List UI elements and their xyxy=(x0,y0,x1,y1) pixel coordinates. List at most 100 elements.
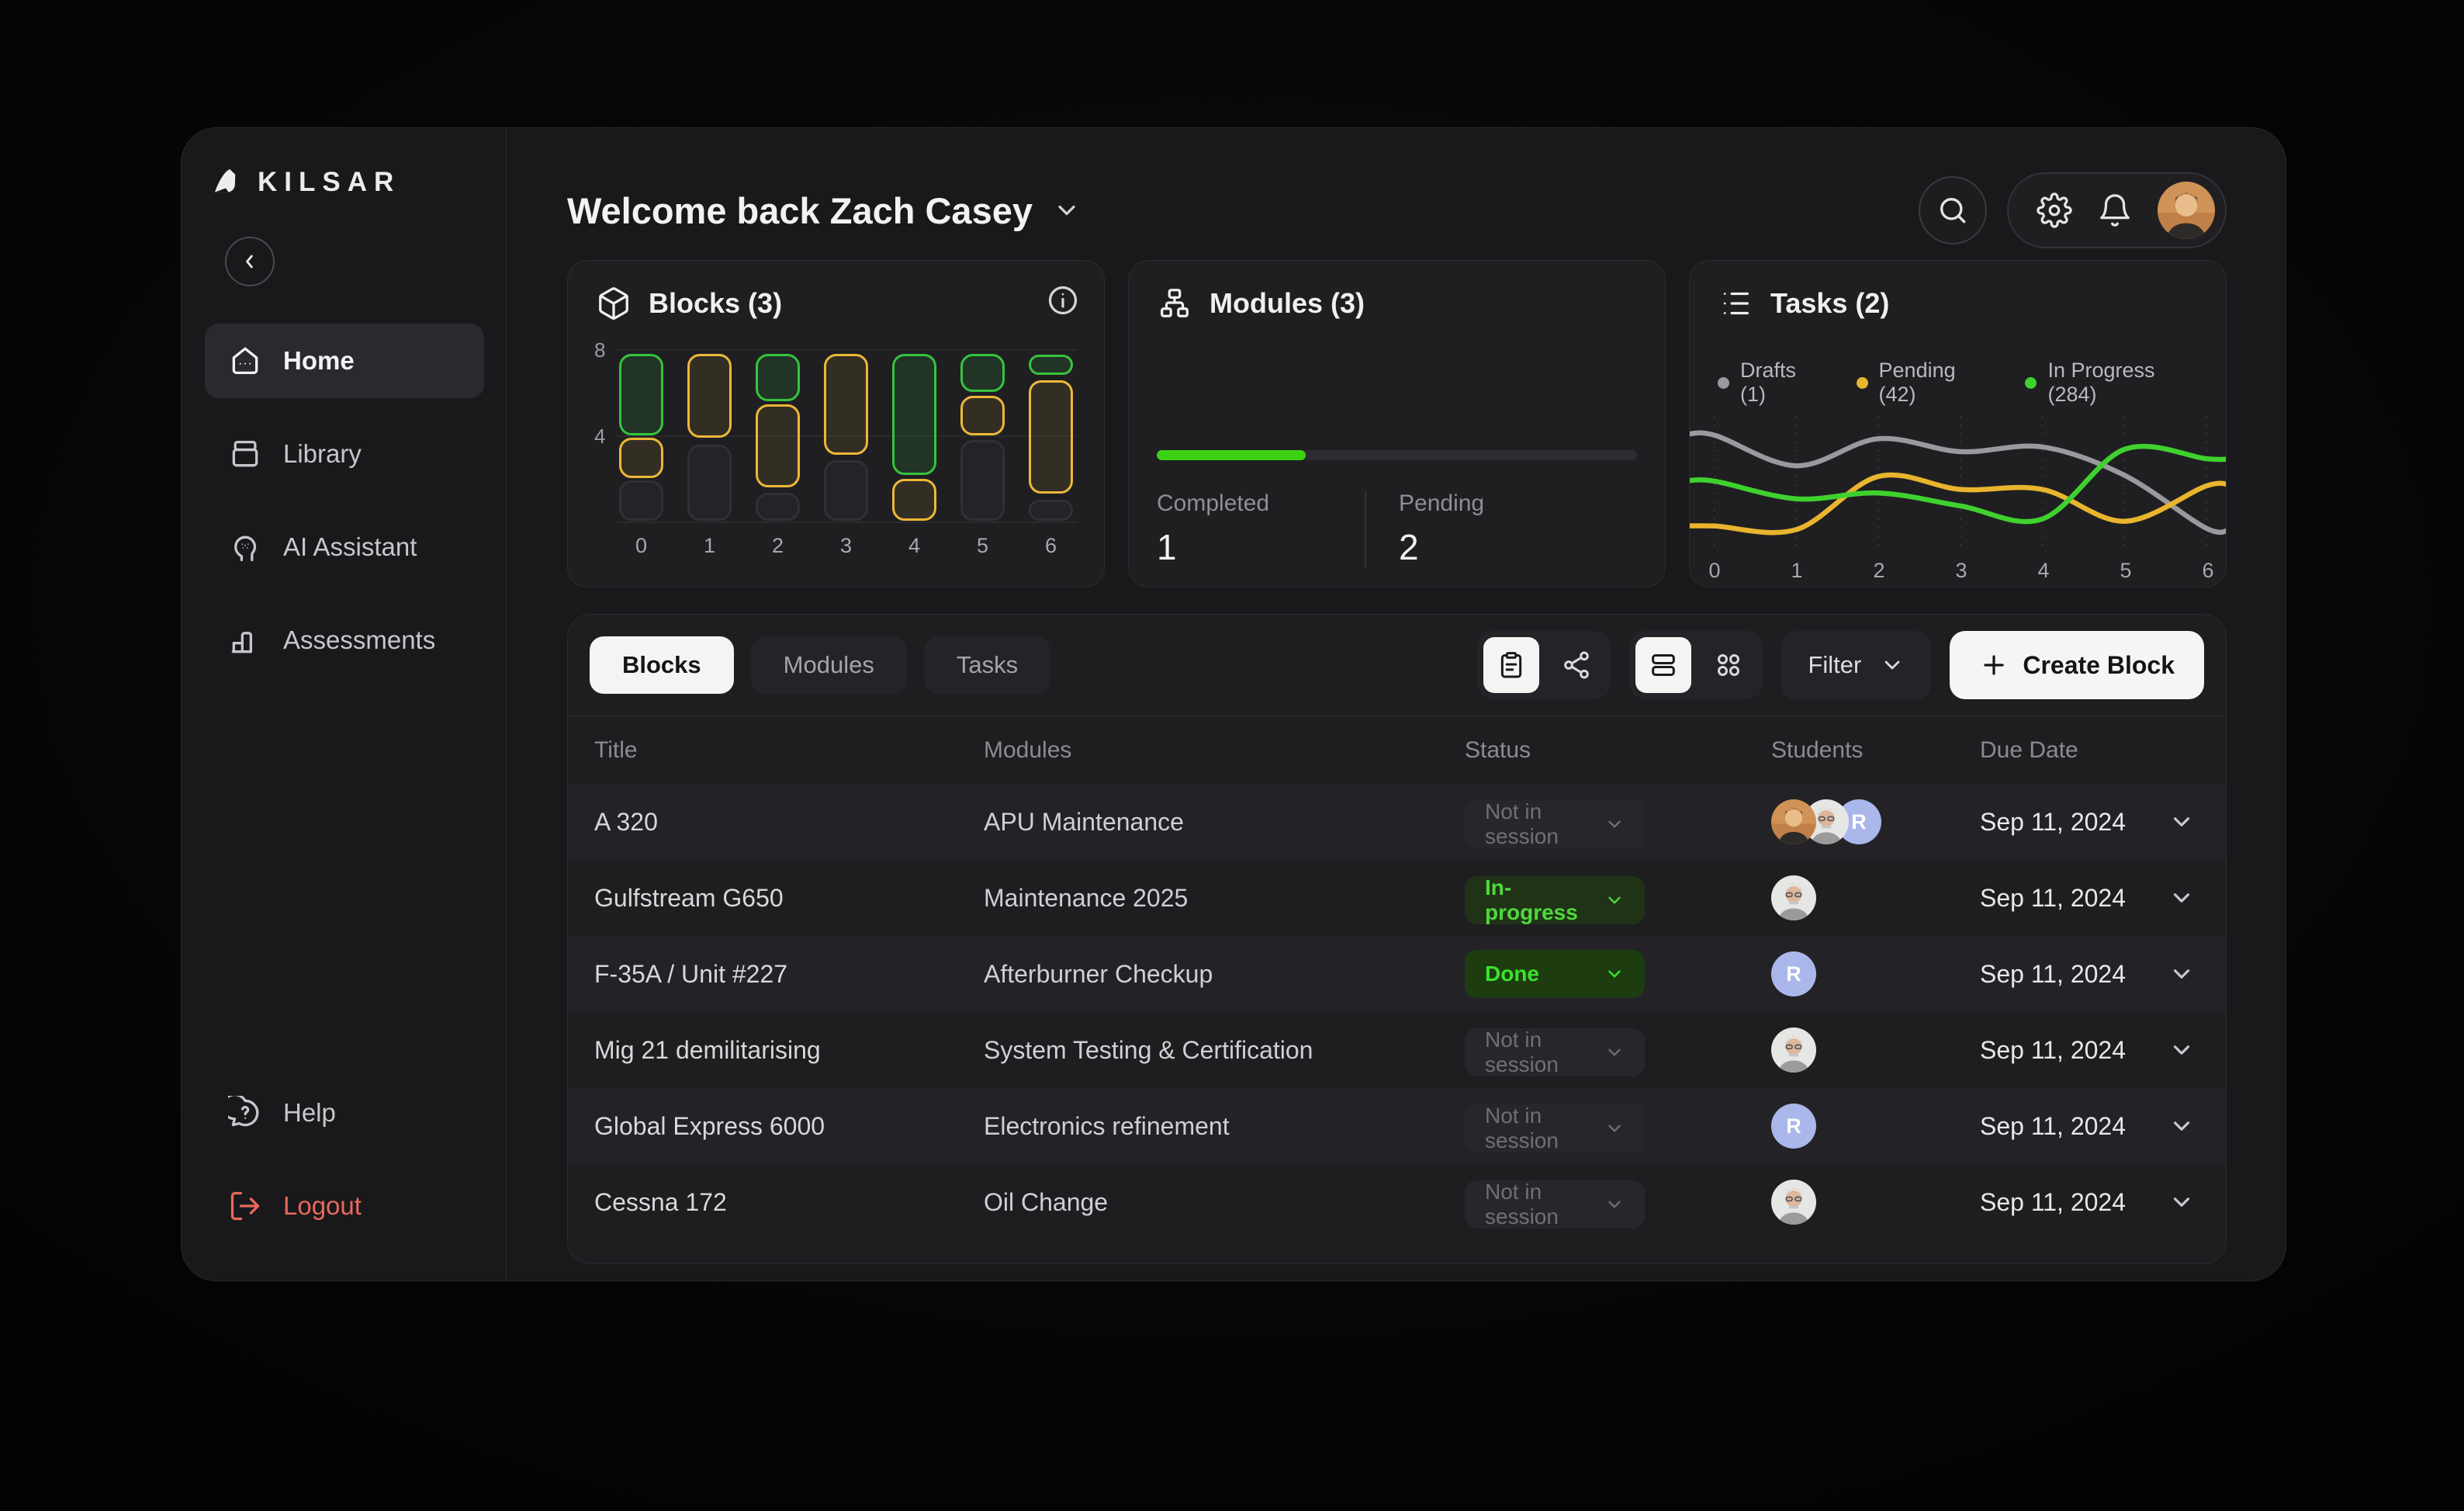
rows-view-button[interactable] xyxy=(1635,637,1691,693)
search-button[interactable] xyxy=(1919,176,1987,244)
row-title: Gulfstream G650 xyxy=(594,884,984,913)
block-segment-yellow[interactable] xyxy=(687,354,732,438)
share-view-button[interactable] xyxy=(1549,637,1604,693)
sidebar-item-label: Logout xyxy=(283,1191,362,1221)
column-header-status: Status xyxy=(1465,737,1771,764)
avatar-letter[interactable]: R xyxy=(1771,1104,1816,1149)
status-dropdown[interactable]: Not in session xyxy=(1465,1104,1645,1152)
modules-card-header: Modules (3) xyxy=(1157,286,1637,321)
block-segment-green[interactable] xyxy=(619,354,663,435)
status-dropdown[interactable]: Not in session xyxy=(1465,1028,1645,1076)
list-icon xyxy=(1718,286,1753,321)
block-segment-green[interactable] xyxy=(756,354,800,401)
table-row[interactable]: F-35A / Unit #227Afterburner CheckupDone… xyxy=(568,936,2226,1012)
chevron-down-icon xyxy=(1880,653,1905,678)
status-dropdown[interactable]: Not in session xyxy=(1465,800,1645,848)
status-dropdown[interactable]: Done xyxy=(1465,950,1645,998)
plus-icon xyxy=(1979,650,2009,680)
block-segment-yellow[interactable] xyxy=(1029,380,1073,494)
row-due-date: Sep 11, 2024 xyxy=(1980,884,2158,913)
legend-item: Drafts (1) xyxy=(1718,359,1821,407)
tab-modules[interactable]: Modules xyxy=(751,636,907,694)
jet-tail-logo-icon xyxy=(211,165,247,200)
ai-assistant-icon xyxy=(228,530,262,564)
row-expand-button[interactable] xyxy=(2168,1189,2195,1215)
rows-icon xyxy=(1648,650,1679,681)
sidebar-item-label: Assessments xyxy=(283,626,435,655)
completed-value: 1 xyxy=(1157,526,1365,568)
block-segment-dim[interactable] xyxy=(824,460,868,521)
org-chart-icon xyxy=(1157,286,1192,321)
legend-item: Pending (42) xyxy=(1857,359,1990,407)
settings-button[interactable] xyxy=(2037,192,2072,228)
block-segment-yellow[interactable] xyxy=(892,479,936,521)
students-avatars xyxy=(1771,875,1980,920)
block-segment-dim[interactable] xyxy=(687,445,732,520)
brand-logo: KILSAR xyxy=(205,159,484,206)
row-expand-button[interactable] xyxy=(2168,885,2195,911)
sidebar-item-ai-assistant[interactable]: AI Assistant xyxy=(205,510,484,584)
sidebar-item-home[interactable]: Home xyxy=(205,324,484,398)
block-segment-yellow[interactable] xyxy=(960,396,1005,435)
status-dropdown[interactable]: In-progress xyxy=(1465,876,1645,924)
table-row[interactable]: Cessna 172Oil ChangeNot in sessionSep 11… xyxy=(568,1164,2226,1240)
user-avatar[interactable] xyxy=(2158,182,2215,239)
blocks-gridline xyxy=(616,349,1077,351)
avatar[interactable] xyxy=(1771,799,1816,844)
tab-tasks[interactable]: Tasks xyxy=(924,636,1050,694)
filter-button[interactable]: Filter xyxy=(1781,631,1931,699)
legend-dot xyxy=(2025,377,2037,389)
completed-stat: Completed 1 xyxy=(1157,490,1365,568)
tab-blocks[interactable]: Blocks xyxy=(590,636,734,694)
sidebar-footer: Help Logout xyxy=(205,1076,484,1243)
info-button[interactable] xyxy=(1045,282,1081,321)
row-due-date: Sep 11, 2024 xyxy=(1980,1036,2158,1065)
row-module: Maintenance 2025 xyxy=(984,884,1465,913)
sidebar-item-assessments[interactable]: Assessments xyxy=(205,603,484,678)
block-segment-dim[interactable] xyxy=(756,493,800,521)
row-due-date: Sep 11, 2024 xyxy=(1980,1188,2158,1217)
block-segment-dim[interactable] xyxy=(619,480,663,520)
sidebar-item-logout[interactable]: Logout xyxy=(205,1169,484,1243)
row-expand-button[interactable] xyxy=(2168,809,2195,835)
block-segment-green[interactable] xyxy=(892,354,936,476)
sidebar-collapse-button[interactable] xyxy=(225,237,275,286)
status-dropdown[interactable]: Not in session xyxy=(1465,1180,1645,1229)
status-label: Not in session xyxy=(1485,1028,1583,1077)
row-expand-button[interactable] xyxy=(2168,1113,2195,1139)
chevron-left-icon xyxy=(239,251,261,272)
tasks-chart-x-axis: 0123456 xyxy=(1690,559,2226,584)
block-segment-yellow[interactable] xyxy=(756,404,800,487)
grid-view-button[interactable] xyxy=(1701,637,1756,693)
avatar[interactable] xyxy=(1771,1028,1816,1073)
students-avatars: R xyxy=(1771,951,1980,996)
row-due-date: Sep 11, 2024 xyxy=(1980,808,2158,837)
block-segment-dim[interactable] xyxy=(1029,500,1073,520)
row-expand-button[interactable] xyxy=(2168,961,2195,987)
block-segment-yellow[interactable] xyxy=(619,438,663,479)
table-row[interactable]: Global Express 6000Electronics refinemen… xyxy=(568,1088,2226,1164)
avatar-letter[interactable]: R xyxy=(1771,951,1816,996)
page-title-group[interactable]: Welcome back Zach Casey xyxy=(567,189,1081,232)
avatar[interactable] xyxy=(1771,1180,1816,1225)
block-segment-dim[interactable] xyxy=(960,440,1005,521)
avatar[interactable] xyxy=(1771,875,1816,920)
help-icon xyxy=(228,1096,262,1130)
column-header-due-date: Due Date xyxy=(1980,737,2158,764)
chevron-down-icon xyxy=(1604,964,1625,984)
block-segment-green[interactable] xyxy=(960,354,1005,393)
tasks-x-tick: 3 xyxy=(1944,559,1978,583)
notifications-button[interactable] xyxy=(2097,192,2133,228)
sidebar-item-library[interactable]: Library xyxy=(205,417,484,491)
block-segment-green[interactable] xyxy=(1029,355,1073,375)
tasks-card-header: Tasks (2) xyxy=(1718,286,2198,321)
sidebar-item-help[interactable]: Help xyxy=(205,1076,484,1150)
students-avatars xyxy=(1771,1180,1980,1225)
table-row[interactable]: Gulfstream G650Maintenance 2025In-progre… xyxy=(568,860,2226,936)
block-segment-yellow[interactable] xyxy=(824,354,868,455)
create-block-button[interactable]: Create Block xyxy=(1950,631,2204,699)
table-row[interactable]: A 320APU MaintenanceNot in sessionRSep 1… xyxy=(568,784,2226,860)
clipboard-view-button[interactable] xyxy=(1483,637,1539,693)
table-row[interactable]: Mig 21 demilitarisingSystem Testing & Ce… xyxy=(568,1012,2226,1088)
row-expand-button[interactable] xyxy=(2168,1037,2195,1063)
